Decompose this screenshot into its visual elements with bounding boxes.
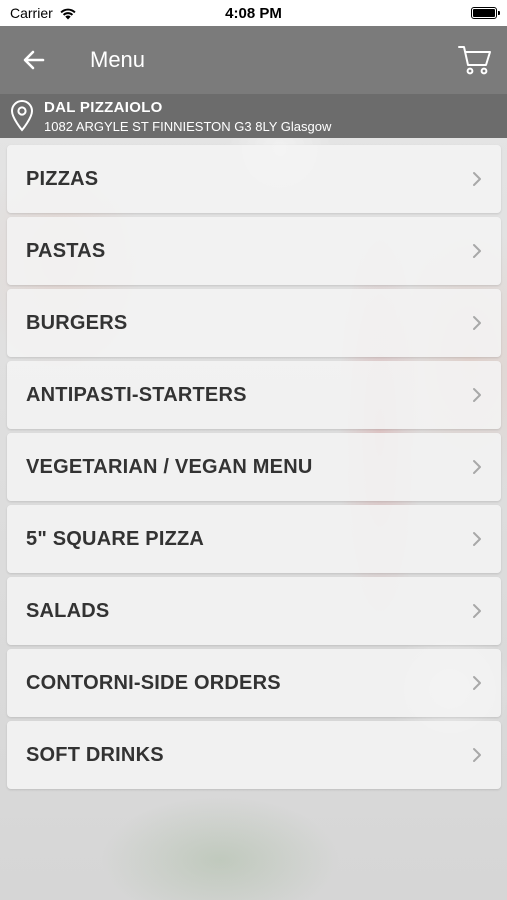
menu-item-label: VEGETARIAN / VEGAN MENU (26, 455, 313, 478)
menu-item-label: BURGERS (26, 311, 128, 334)
restaurant-name: DAL PIZZAIOLO (44, 98, 163, 116)
status-left: Carrier (10, 5, 170, 21)
chevron-right-icon (473, 676, 481, 690)
restaurant-address: 1082 ARGYLE ST FINNIESTON G3 8LY Glasgow (44, 118, 332, 134)
map-pin-icon (10, 100, 34, 132)
location-text: DAL PIZZAIOLO 1082 ARGYLE ST FINNIESTON … (44, 99, 331, 134)
chevron-right-icon (473, 316, 481, 330)
menu-item-antipasti-starters[interactable]: ANTIPASTI-STARTERS (7, 361, 501, 429)
menu-list: PIZZAS PASTAS BURGERS ANTIPASTI-STARTERS… (7, 145, 501, 793)
location-icon-wrap (0, 100, 44, 132)
menu-item-pastas[interactable]: PASTAS (7, 217, 501, 285)
menu-item-label: SALADS (26, 599, 110, 622)
chevron-right-icon (473, 604, 481, 618)
menu-item-vegetarian-vegan[interactable]: VEGETARIAN / VEGAN MENU (7, 433, 501, 501)
menu-item-salads[interactable]: SALADS (7, 577, 501, 645)
battery-icon (470, 7, 500, 19)
menu-item-label: SOFT DRINKS (26, 743, 164, 766)
chevron-right-icon (473, 172, 481, 186)
menu-item-label: 5" SQUARE PIZZA (26, 527, 205, 550)
menu-item-square-pizza[interactable]: 5" SQUARE PIZZA (7, 505, 501, 573)
menu-item-burgers[interactable]: BURGERS (7, 289, 501, 357)
back-button[interactable] (6, 26, 62, 94)
chevron-right-icon (473, 460, 481, 474)
menu-item-label: PIZZAS (26, 167, 99, 190)
menu-item-soft-drinks[interactable]: SOFT DRINKS (7, 721, 501, 789)
carrier-label: Carrier (10, 5, 53, 21)
location-bar: DAL PIZZAIOLO 1082 ARGYLE ST FINNIESTON … (0, 94, 507, 138)
cart-icon (458, 46, 491, 75)
menu-item-label: CONTORNI-SIDE ORDERS (26, 671, 281, 694)
menu-item-label: ANTIPASTI-STARTERS (26, 383, 247, 406)
chevron-right-icon (473, 388, 481, 402)
menu-item-contorni-side-orders[interactable]: CONTORNI-SIDE ORDERS (7, 649, 501, 717)
chevron-right-icon (473, 532, 481, 546)
chevron-right-icon (473, 244, 481, 258)
status-right (337, 7, 500, 19)
status-bar: Carrier 4:08 PM (0, 0, 507, 26)
menu-item-pizzas[interactable]: PIZZAS (7, 145, 501, 213)
chevron-right-icon (473, 748, 481, 762)
menu-item-label: PASTAS (26, 239, 106, 262)
cart-button[interactable] (455, 40, 495, 80)
nav-bar: Menu (0, 26, 507, 94)
wifi-icon (60, 8, 76, 19)
status-time: 4:08 PM (225, 4, 282, 22)
arrow-left-icon (23, 50, 45, 70)
page-title: Menu (90, 47, 146, 72)
